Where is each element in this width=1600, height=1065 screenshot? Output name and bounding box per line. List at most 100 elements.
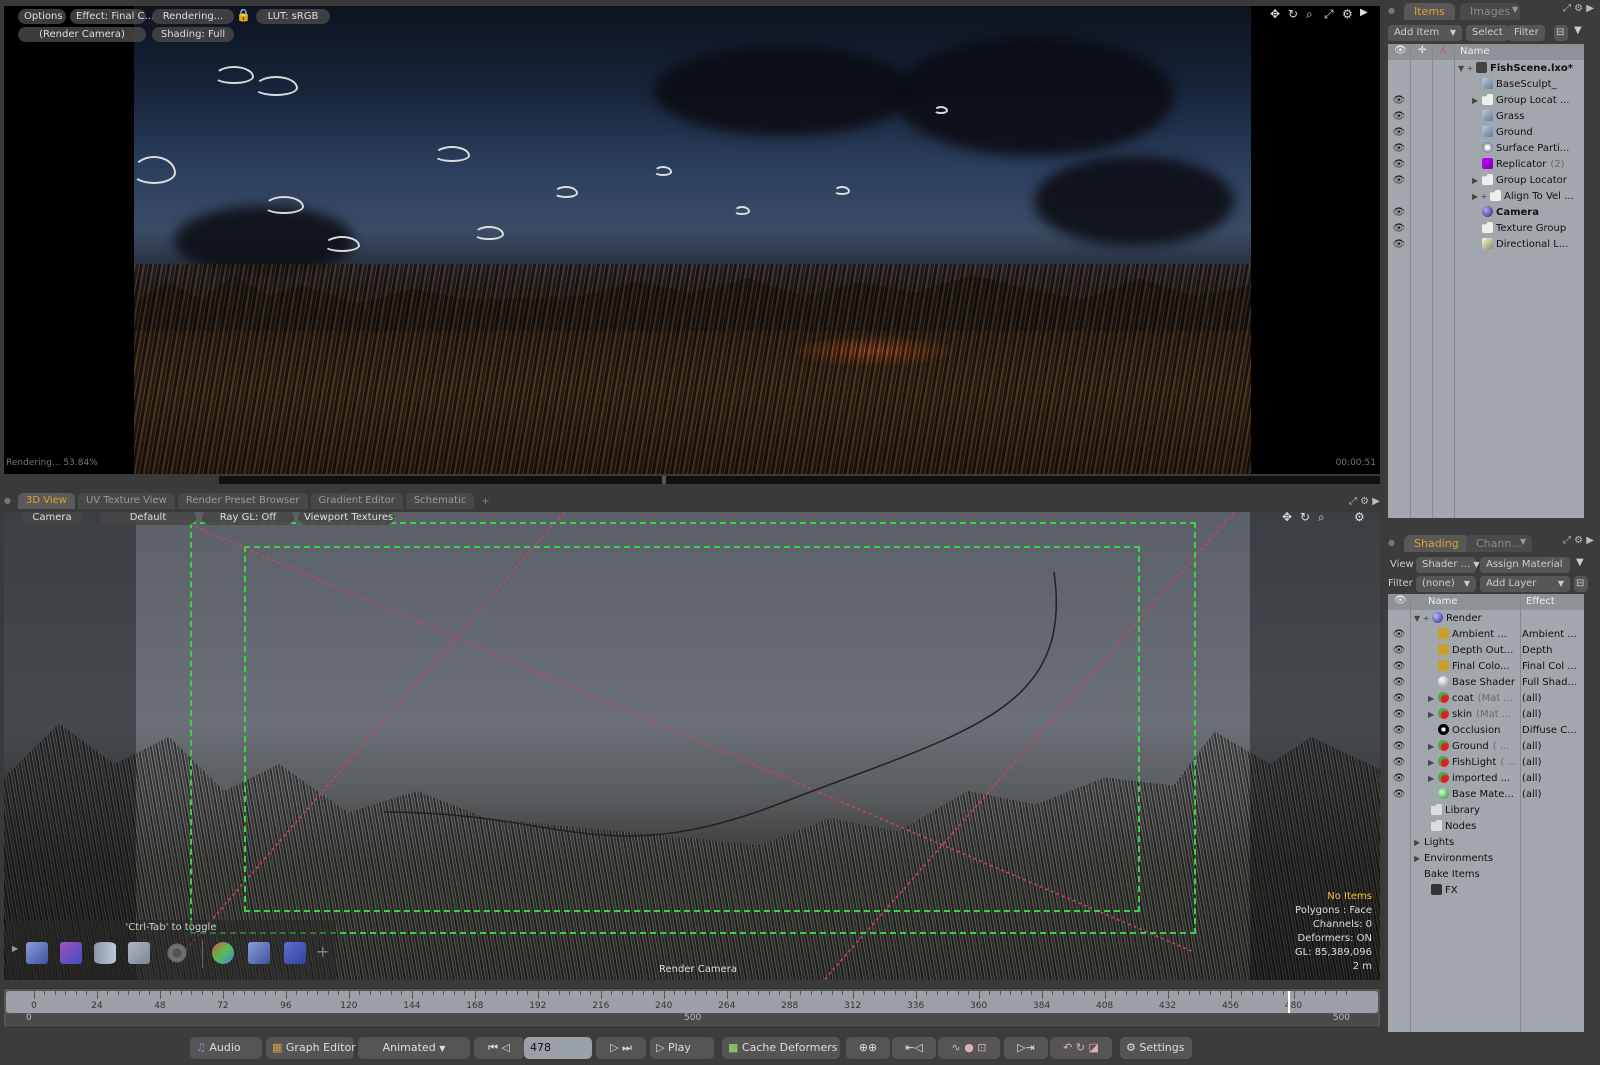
lut-dropdown[interactable]: LUT: sRGB <box>256 9 330 24</box>
add-column-icon[interactable]: ✛ <box>1418 45 1426 56</box>
tree-row[interactable]: ▶ + Align To Vel ... <box>1388 189 1584 205</box>
expand-arrow-icon[interactable]: ▶ <box>1428 739 1438 755</box>
expand-arrow-icon[interactable]: ▶ <box>1428 771 1438 787</box>
visibility-eye-icon[interactable]: 👁 <box>1392 93 1406 109</box>
tree-row[interactable]: 👁 Final Colo... Final Col ... <box>1388 659 1584 675</box>
tab-3d-view[interactable]: 3D View <box>18 493 75 509</box>
panel-menu-icon[interactable]: ● <box>1388 538 1395 547</box>
visibility-column-icon[interactable]: 👁 <box>1394 595 1407 606</box>
timeline-ruler[interactable]: 0 24 48 72 96 120 144 168 192 216 240 264 288 312 336 3… <box>6 991 1378 1013</box>
tree-row[interactable]: Bake Items <box>1388 867 1584 883</box>
rendering-button[interactable]: Rendering... <box>152 9 234 24</box>
tree-row[interactable]: 👁 Texture Group <box>1388 221 1584 237</box>
tree-row[interactable]: Nodes <box>1388 819 1584 835</box>
visibility-eye-icon[interactable]: 👁 <box>1392 787 1406 803</box>
tab-uv-texture-view[interactable]: UV Texture View <box>77 493 175 509</box>
visibility-eye-icon[interactable]: 👁 <box>1392 627 1406 643</box>
tree-row[interactable]: 👁 Base Mate... (all) <box>1388 787 1584 803</box>
row-effect[interactable]: Depth <box>1522 643 1582 659</box>
gear-icon[interactable]: ⚙ <box>1354 512 1365 524</box>
shading-dropdown[interactable]: Shading: Full <box>152 27 234 42</box>
visibility-eye-icon[interactable]: 👁 <box>1392 723 1406 739</box>
chevron-down-icon[interactable]: ▼ <box>1512 5 1518 14</box>
assign-material-button[interactable]: Assign Material <box>1480 557 1570 573</box>
shader-tree[interactable]: 👁 Name Effect ▼ + Render 👁 Ambient ... Ambie… <box>1388 594 1584 1032</box>
lock-icon[interactable]: 🔒 <box>236 8 251 22</box>
timeline[interactable]: 0 24 48 72 96 120 144 168 192 216 240 264 288 312 336 3… <box>4 988 1380 1026</box>
panel-menu-icon[interactable]: ● <box>1388 6 1395 15</box>
cube-tool-icon[interactable] <box>128 942 150 964</box>
rotate-icon[interactable]: ↻ <box>1288 7 1298 21</box>
render-camera-dropdown[interactable]: (Render Camera) <box>18 27 146 42</box>
gear-tool-icon[interactable] <box>166 942 188 964</box>
key-buttons[interactable]: ⊕⊕ <box>846 1037 890 1059</box>
tree-row[interactable]: 👁 Directional L... <box>1388 237 1584 253</box>
zoom-icon[interactable]: ⌕ <box>1318 512 1325 525</box>
tree-row[interactable]: 👁 Replicator (2) <box>1388 157 1584 173</box>
row-effect[interactable]: Final Col ... <box>1522 659 1582 675</box>
tree-row[interactable]: 👁 Occlusion Diffuse C... <box>1388 723 1584 739</box>
tree-row[interactable]: ▶ Environments <box>1388 851 1584 867</box>
expand-arrow-icon[interactable]: ▼ + <box>1414 611 1432 627</box>
visibility-eye-icon[interactable]: 👁 <box>1392 173 1406 189</box>
tree-row[interactable]: 👁 ▶ Ground( ... (all) <box>1388 739 1584 755</box>
tree-row[interactable]: 👁 Ground <box>1388 125 1584 141</box>
row-effect[interactable]: (all) <box>1522 707 1582 723</box>
visibility-eye-icon[interactable]: 👁 <box>1392 691 1406 707</box>
visibility-eye-icon[interactable]: 👁 <box>1392 237 1406 253</box>
add-tab-button[interactable]: + <box>477 496 493 509</box>
effect-dropdown[interactable]: Effect: Final C... <box>70 9 154 24</box>
expand-arrow-icon[interactable]: ▶ <box>1428 755 1438 771</box>
tab-schematic[interactable]: Schematic <box>405 493 475 509</box>
tree-row[interactable]: 👁 Grass <box>1388 109 1584 125</box>
expand-arrow-icon[interactable]: ▶ <box>1472 93 1482 109</box>
tree-row[interactable]: FX <box>1388 883 1584 899</box>
current-frame-marker[interactable] <box>1288 991 1291 1013</box>
items-list[interactable]: 👁 ✛ ⅄ Name ▼ + FishScene.lxo* BaseSculpt_ 👁… <box>1388 44 1584 518</box>
row-effect[interactable]: (all) <box>1522 755 1582 771</box>
animation-mode-dropdown[interactable]: Animated ▼ <box>358 1037 470 1059</box>
move-icon[interactable]: ✥ <box>1282 512 1292 524</box>
transform-tool-icon[interactable] <box>212 942 234 964</box>
tree-row[interactable]: 👁 Base Shader Full Shad... <box>1388 675 1584 691</box>
filter-button[interactable]: Filter <box>1508 25 1545 41</box>
chevron-down-icon[interactable]: ▼ <box>1520 537 1526 546</box>
visibility-column-icon[interactable]: 👁 <box>1394 45 1407 56</box>
tree-row[interactable]: 👁 ▶ imported ... (all) <box>1388 771 1584 787</box>
name-column-header[interactable]: Name <box>1460 46 1490 57</box>
rotate-icon[interactable]: ↻ <box>1300 512 1310 524</box>
visibility-eye-icon[interactable]: 👁 <box>1392 205 1406 221</box>
expand-arrow-icon[interactable]: ▼ + <box>1458 61 1476 77</box>
visibility-eye-icon[interactable]: 👁 <box>1392 109 1406 125</box>
cylinder-tool-icon[interactable] <box>94 942 116 964</box>
row-effect[interactable]: (all) <box>1522 787 1582 803</box>
options-button[interactable]: Options <box>18 9 66 24</box>
visibility-eye-icon[interactable]: 👁 <box>1392 643 1406 659</box>
funnel-icon[interactable]: ▼ <box>1576 557 1584 568</box>
current-frame-field[interactable]: 478 <box>524 1037 592 1059</box>
tab-gradient-editor[interactable]: Gradient Editor <box>310 493 403 509</box>
expand-arrow-icon[interactable]: ▶ + <box>1472 189 1490 205</box>
funnel-icon[interactable]: ▼ <box>1574 25 1582 36</box>
filter-dropdown[interactable]: (none) ▼ <box>1416 576 1476 592</box>
maximize-icon[interactable]: ⤢ ⚙ ▶ <box>1563 3 1594 14</box>
expand-arrow-icon[interactable]: ▶ <box>1414 851 1424 867</box>
name-column-header[interactable]: Name <box>1428 596 1458 607</box>
visibility-eye-icon[interactable]: 👁 <box>1392 771 1406 787</box>
3d-viewport[interactable]: Camera Default Ray GL: Off Viewport Text… <box>4 512 1380 980</box>
maximize-icon[interactable]: ⤢ ⚙ ▶ <box>1349 496 1380 509</box>
visibility-eye-icon[interactable]: 👁 <box>1392 221 1406 237</box>
add-item-button[interactable]: Add Item ▼ <box>1388 25 1462 41</box>
row-effect[interactable]: (all) <box>1522 739 1582 755</box>
tree-row[interactable]: ▶ Lights <box>1388 835 1584 851</box>
tab-render-preset-browser[interactable]: Render Preset Browser <box>177 493 308 509</box>
tree-row[interactable]: 👁 Camera <box>1388 205 1584 221</box>
row-effect[interactable]: Ambient ... <box>1522 627 1582 643</box>
expand-arrow-icon[interactable]: ▶ <box>1472 173 1482 189</box>
row-effect[interactable]: Full Shad... <box>1522 675 1582 691</box>
cube-array-tool-icon[interactable] <box>284 942 306 964</box>
maximize-icon[interactable]: ⤢ <box>1324 7 1334 22</box>
visibility-eye-icon[interactable]: 👁 <box>1392 739 1406 755</box>
add-layer-dropdown[interactable]: Add Layer ▼ <box>1480 576 1570 592</box>
visibility-eye-icon[interactable]: 👁 <box>1392 659 1406 675</box>
